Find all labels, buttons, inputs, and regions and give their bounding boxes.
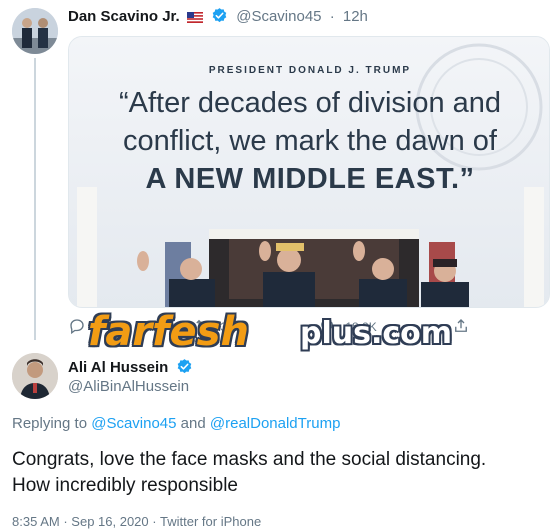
media-caption: PRESIDENT DONALD J. TRUMP [208, 65, 412, 76]
header-separator: · [329, 8, 335, 25]
tweet-time[interactable]: 8:35 AM [12, 514, 60, 529]
reply-text-line-2: How incredibly responsible [12, 475, 238, 496]
tweet-source[interactable]: Twitter for iPhone [160, 514, 261, 529]
tweet-timestamp[interactable]: 12h [343, 8, 368, 25]
meta-separator: · [152, 514, 157, 529]
replying-to-line: Replying to @Scavino45 and @realDonaldTr… [12, 414, 340, 434]
replying-prefix: Replying to [12, 415, 88, 432]
tweet-metadata: 8:35 AM · Sep 16, 2020 · Twitter for iPh… [12, 514, 261, 530]
author-name[interactable]: Dan Scavino Jr. [68, 8, 180, 25]
media-quote-line-3: A NEW MIDDLE EAST.” [145, 163, 475, 195]
reply-tweet-text: Congrats, love the face masks and the so… [12, 447, 552, 499]
media-quote-line-1: “After decades of division and [118, 87, 502, 119]
replying-and: and [180, 415, 206, 432]
tweet-date[interactable]: Sep 16, 2020 [71, 514, 148, 529]
meta-separator: · [63, 514, 68, 529]
avatar-image [12, 353, 58, 399]
author-avatar[interactable] [12, 8, 58, 54]
author-handle[interactable]: @Scavino45 [236, 8, 321, 25]
reply-author-handle[interactable]: @AliBinAlHussein [68, 377, 189, 397]
verified-badge-icon [211, 7, 228, 30]
reply-author-avatar[interactable] [12, 353, 58, 399]
reply-author-name[interactable]: Ali Al Hussein [68, 359, 168, 376]
mention-link-scavino[interactable]: @Scavino45 [91, 415, 176, 432]
original-tweet: Dan Scavino Jr. @Scavino45 · 12h PRESIDE… [0, 0, 560, 355]
tweet-media-image[interactable]: PRESIDENT DONALD J. TRUMP “After decades… [68, 36, 550, 308]
reply-tweet-header: Ali Al Hussein @AliBinAlHussein [0, 345, 560, 405]
avatar-image [12, 8, 58, 54]
media-quote-line-2: conflict, we mark the dawn of [123, 125, 497, 157]
mention-link-realdonaldtrump[interactable]: @realDonaldTrump [210, 415, 341, 432]
tweet-header: Dan Scavino Jr. @Scavino45 · 12h [68, 7, 368, 27]
reply-text-line-1: Congrats, love the face masks and the so… [12, 449, 487, 470]
us-flag-icon [186, 9, 203, 29]
thread-connector-line [34, 58, 36, 340]
reply-icon [70, 319, 84, 335]
